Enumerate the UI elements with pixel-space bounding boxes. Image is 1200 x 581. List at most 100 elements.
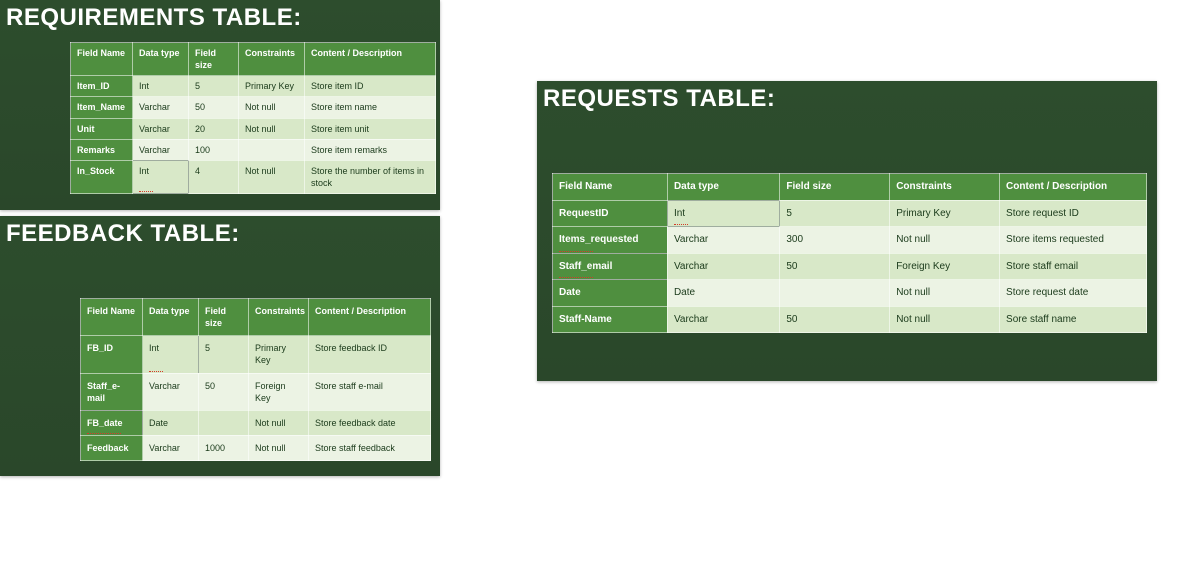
cell-constraints: Not null — [239, 118, 305, 139]
column-header: Field Name — [71, 43, 133, 76]
cell-field-size: 5 — [199, 336, 249, 373]
table-row: Staff_emailVarchar50Foreign KeyStore sta… — [553, 253, 1147, 280]
cell-description: Store feedback ID — [309, 336, 431, 373]
cell-constraints: Not null — [890, 280, 1000, 307]
cell-field-name: Feedback — [81, 435, 143, 460]
table-row: FB_IDInt5Primary KeyStore feedback ID — [81, 336, 431, 373]
cell-constraints: Not null — [239, 160, 305, 193]
table-row: RequestIDInt5Primary KeyStore request ID — [553, 200, 1147, 227]
column-header: Content / Description — [305, 43, 436, 76]
cell-data-type: Varchar — [667, 227, 779, 254]
cell-constraints — [239, 139, 305, 160]
cell-field-name: Remarks — [71, 139, 133, 160]
cell-data-type: Int — [143, 336, 199, 373]
cell-description: Store item unit — [305, 118, 436, 139]
table-row: FB_dateDate Not nullStore feedback date — [81, 410, 431, 435]
column-header: Content / Description — [309, 299, 431, 336]
table-header-row: Field NameData typeField sizeConstraints… — [553, 174, 1147, 201]
cell-field-size — [780, 280, 890, 307]
cell-data-type: Date — [667, 280, 779, 307]
column-header: Field size — [780, 174, 890, 201]
table-row: UnitVarchar20Not nullStore item unit — [71, 118, 436, 139]
cell-description: Store staff email — [1000, 253, 1147, 280]
column-header: Constraints — [890, 174, 1000, 201]
cell-field-name: Staff-Name — [553, 306, 668, 333]
cell-constraints: Foreign Key — [249, 373, 309, 410]
column-header: Content / Description — [1000, 174, 1147, 201]
cell-field-size: 300 — [780, 227, 890, 254]
cell-data-type: Int — [133, 160, 189, 193]
cell-data-type: Varchar — [143, 373, 199, 410]
cell-data-type: Varchar — [133, 97, 189, 118]
table-row: RemarksVarchar100 Store item remarks — [71, 139, 436, 160]
column-header: Constraints — [249, 299, 309, 336]
cell-field-size: 50 — [780, 253, 890, 280]
cell-description: Store item name — [305, 97, 436, 118]
table-row: In_StockInt4Not nullStore the number of … — [71, 160, 436, 193]
cell-data-type: Varchar — [667, 253, 779, 280]
cell-field-name: Unit — [71, 118, 133, 139]
cell-field-name: Staff_email — [553, 253, 668, 280]
feedback-panel: FEEDBACK TABLE: Field NameData typeField… — [0, 216, 440, 476]
table-row: DateDateNot nullStore request date — [553, 280, 1147, 307]
cell-data-type: Varchar — [133, 139, 189, 160]
cell-description: Store feedback date — [309, 410, 431, 435]
cell-constraints: Foreign Key — [890, 253, 1000, 280]
table-row: Staff-NameVarchar50Not nullSore staff na… — [553, 306, 1147, 333]
column-header: Data type — [133, 43, 189, 76]
cell-constraints: Not null — [890, 227, 1000, 254]
cell-field-name: Items_requested — [553, 227, 668, 254]
cell-data-type: Int — [667, 200, 779, 227]
table-row: Staff_e-mailVarchar50Foreign KeyStore st… — [81, 373, 431, 410]
cell-field-size: 1000 — [199, 435, 249, 460]
cell-description: Sore staff name — [1000, 306, 1147, 333]
cell-data-type: Date — [143, 410, 199, 435]
table-row: Item_NameVarchar50Not nullStore item nam… — [71, 97, 436, 118]
cell-constraints: Primary Key — [239, 76, 305, 97]
cell-field-size: 5 — [780, 200, 890, 227]
column-header: Data type — [143, 299, 199, 336]
cell-constraints: Primary Key — [890, 200, 1000, 227]
cell-constraints: Not null — [249, 410, 309, 435]
requirements-table: Field NameData typeField sizeConstraints… — [70, 42, 436, 194]
cell-field-name: In_Stock — [71, 160, 133, 193]
cell-field-name: RequestID — [553, 200, 668, 227]
feedback-title: FEEDBACK TABLE: — [0, 216, 440, 258]
table-row: Item_IDInt5Primary KeyStore item ID — [71, 76, 436, 97]
cell-field-size: 50 — [199, 373, 249, 410]
column-header: Field size — [189, 43, 239, 76]
cell-constraints: Not null — [239, 97, 305, 118]
cell-description: Store item remarks — [305, 139, 436, 160]
column-header: Field Name — [553, 174, 668, 201]
cell-data-type: Int — [133, 76, 189, 97]
table-row: FeedbackVarchar1000Not nullStore staff f… — [81, 435, 431, 460]
cell-constraints: Not null — [890, 306, 1000, 333]
column-header: Data type — [667, 174, 779, 201]
cell-description: Store request date — [1000, 280, 1147, 307]
cell-description: Store staff feedback — [309, 435, 431, 460]
cell-field-size — [199, 410, 249, 435]
cell-field-size: 4 — [189, 160, 239, 193]
cell-data-type: Varchar — [133, 118, 189, 139]
cell-description: Store items requested — [1000, 227, 1147, 254]
cell-data-type: Varchar — [143, 435, 199, 460]
cell-field-name: FB_date — [81, 410, 143, 435]
cell-field-size: 20 — [189, 118, 239, 139]
requests-panel: REQUESTS TABLE: Field NameData typeField… — [537, 81, 1157, 381]
cell-constraints: Not null — [249, 435, 309, 460]
cell-field-size: 50 — [189, 97, 239, 118]
cell-field-size: 5 — [189, 76, 239, 97]
column-header: Field Name — [81, 299, 143, 336]
cell-field-size: 100 — [189, 139, 239, 160]
requests-title: REQUESTS TABLE: — [537, 81, 1157, 123]
cell-description: Store item ID — [305, 76, 436, 97]
cell-field-name: Item_Name — [71, 97, 133, 118]
table-header-row: Field NameData typeField sizeConstraints… — [81, 299, 431, 336]
cell-constraints: Primary Key — [249, 336, 309, 373]
requirements-title: REQUIREMENTS TABLE: — [0, 0, 440, 42]
cell-field-name: Item_ID — [71, 76, 133, 97]
feedback-table: Field NameData typeField sizeConstraints… — [80, 298, 431, 461]
cell-field-name: Staff_e-mail — [81, 373, 143, 410]
table-header-row: Field NameData typeField sizeConstraints… — [71, 43, 436, 76]
table-row: Items_requestedVarchar300Not nullStore i… — [553, 227, 1147, 254]
